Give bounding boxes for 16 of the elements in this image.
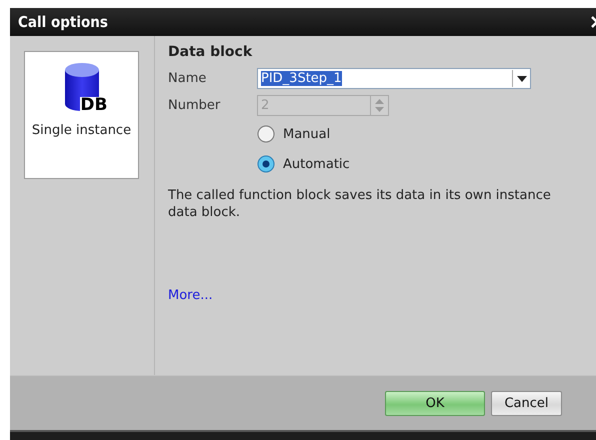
window-title: Call options bbox=[18, 13, 108, 31]
dropdown-arrow-icon[interactable] bbox=[516, 76, 526, 82]
radio-button[interactable] bbox=[257, 155, 275, 173]
radio-label[interactable]: Automatic bbox=[283, 156, 350, 172]
field-label: Name bbox=[168, 71, 208, 86]
icon-label: DB bbox=[80, 97, 108, 114]
ok-button[interactable]: OK bbox=[385, 390, 485, 416]
radio-button[interactable] bbox=[257, 125, 275, 143]
more-link[interactable]: More... bbox=[168, 288, 213, 303]
field-label: Number bbox=[168, 98, 222, 113]
dropdown-field[interactable]: PID_3Step_1 bbox=[257, 68, 531, 89]
radio-label[interactable]: Manual bbox=[283, 126, 330, 142]
section-title: Data block bbox=[168, 44, 254, 60]
cancel-button[interactable]: Cancel bbox=[491, 390, 562, 416]
description-text: The called function block saves its data in its own instance data block. bbox=[168, 187, 552, 221]
call-type-tile[interactable]: DB Single instance bbox=[24, 51, 139, 179]
